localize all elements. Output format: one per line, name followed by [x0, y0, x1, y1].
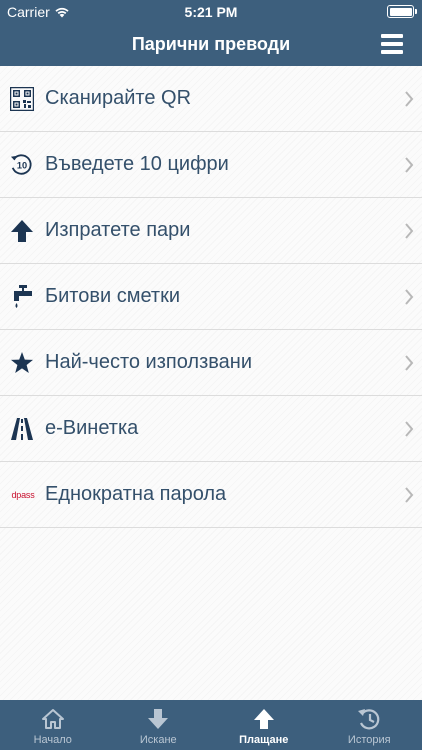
list-item-e-vignette[interactable]: е-Винетка: [0, 396, 422, 462]
tab-label: Искане: [139, 734, 177, 746]
history-clock-icon: [358, 709, 380, 730]
qr-code-icon: [10, 87, 34, 111]
status-bar: Carrier 5:21 PM: [0, 0, 422, 22]
list-item-label: Въведете 10 цифри: [45, 153, 229, 175]
list-item-label: Еднократна парола: [45, 483, 227, 505]
faucet-icon: [10, 285, 34, 309]
dpass-logo-text: dpass: [11, 490, 35, 500]
list-item-label: Сканирайте QR: [45, 87, 192, 109]
star-icon: [10, 351, 34, 375]
list-item-enter-ten-digits[interactable]: 10 Въведете 10 цифри: [0, 132, 422, 198]
tab-label: Начало: [33, 734, 72, 746]
status-time: 5:21 PM: [184, 4, 238, 20]
list-item-most-used[interactable]: Най-често използвани: [0, 330, 422, 396]
list-item-label: Най-често използвани: [45, 351, 252, 373]
list-item-send-money[interactable]: Изпратете пари: [0, 198, 422, 264]
chevron-right-icon: [405, 223, 414, 239]
tab-label: Плащане: [239, 734, 289, 746]
road-icon: [10, 417, 34, 441]
tab-payment[interactable]: Плащане: [211, 700, 317, 750]
chevron-right-icon: [405, 157, 414, 173]
list-item-label: е-Винетка: [45, 417, 139, 439]
battery-icon: [387, 5, 417, 18]
chevron-right-icon: [405, 487, 414, 503]
tab-label: История: [347, 734, 391, 746]
arrow-down-icon: [148, 709, 169, 729]
tab-home[interactable]: Начало: [0, 700, 106, 750]
ten-digits-icon: 10: [10, 153, 34, 177]
arrow-up-icon: [253, 709, 274, 729]
payment-options-list: Сканирайте QR 10 Въведете 10 цифри Изпра…: [0, 66, 422, 700]
list-item-utility-bills[interactable]: Битови сметки: [0, 264, 422, 330]
list-item-label: Изпратете пари: [45, 219, 191, 241]
list-item-one-time-password[interactable]: dpass Еднократна парола: [0, 462, 422, 528]
hamburger-menu-icon[interactable]: [381, 34, 403, 54]
tab-history[interactable]: История: [317, 700, 422, 750]
dpass-logo-icon: dpass: [8, 483, 38, 507]
chevron-right-icon: [405, 421, 414, 437]
tab-bar: Начало Искане Плащане История: [0, 700, 422, 750]
chevron-right-icon: [405, 289, 414, 305]
ten-icon-text: 10: [17, 161, 27, 171]
list-item-label: Битови сметки: [45, 285, 180, 307]
send-arrow-up-icon: [10, 219, 34, 243]
page-title: Парични преводи: [131, 34, 291, 54]
top-bar: Carrier 5:21 PM Парични преводи: [0, 0, 422, 66]
list-item-scan-qr[interactable]: Сканирайте QR: [0, 66, 422, 132]
chevron-right-icon: [405, 355, 414, 371]
chevron-right-icon: [405, 91, 414, 107]
tab-request[interactable]: Искане: [106, 700, 212, 750]
home-icon: [41, 709, 64, 729]
